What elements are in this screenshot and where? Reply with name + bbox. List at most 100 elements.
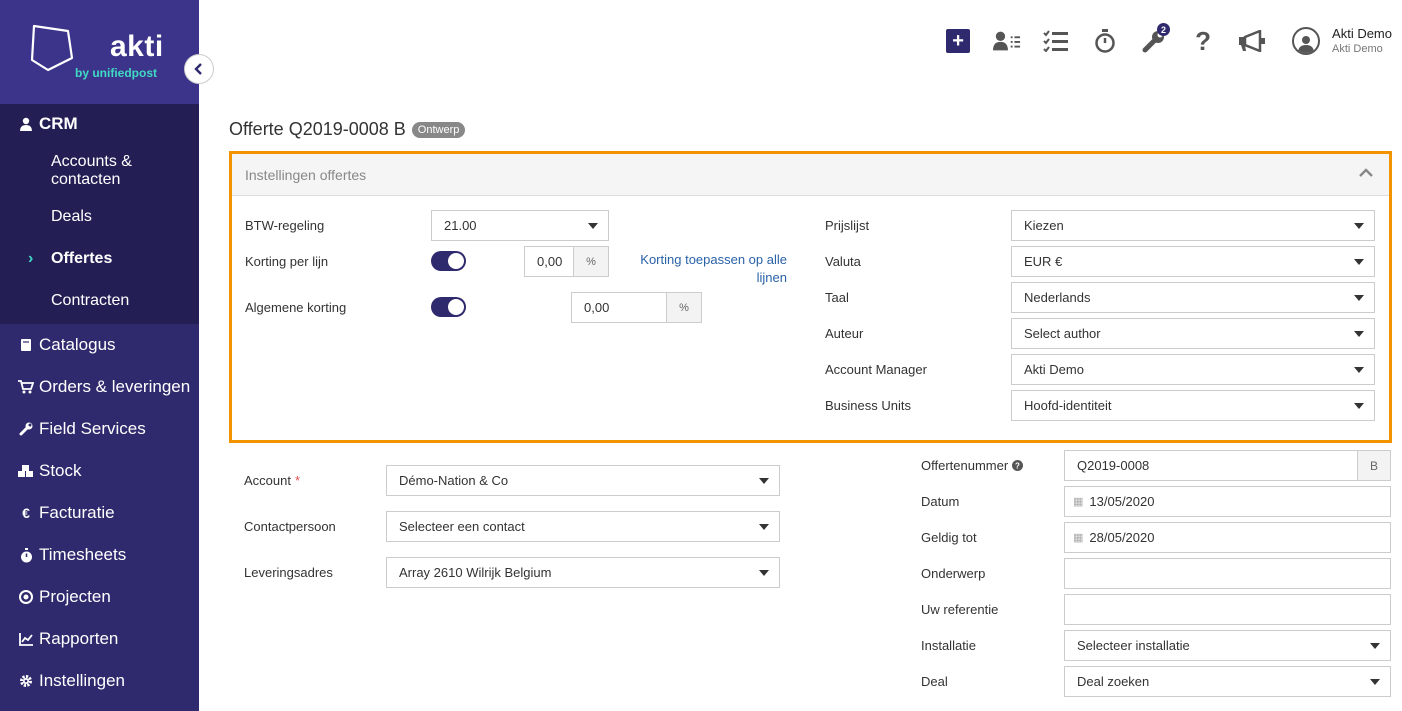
datum-input[interactable]: ▦ 13/05/2020 (1064, 486, 1391, 517)
caret-down-icon (1354, 403, 1364, 409)
sidebar-item-field-services[interactable]: Field Services (0, 408, 199, 450)
add-button[interactable]: + (944, 27, 972, 55)
chevron-left-icon (194, 63, 202, 75)
referentie-input[interactable] (1064, 594, 1391, 625)
account-value: Démo-Nation & Co (399, 473, 509, 488)
referentie-label: Uw referentie (921, 602, 999, 617)
akti-logo-icon (30, 24, 74, 72)
book-icon (18, 338, 34, 352)
cart-icon (18, 380, 34, 394)
chevron-right-icon: › (28, 250, 34, 267)
offertenummer-label-text: Offertenummer (921, 458, 1009, 473)
target-icon (18, 590, 34, 604)
contact-label: Contactpersoon (244, 519, 336, 534)
tools-button[interactable]: 2 (1140, 23, 1171, 55)
settings-panel-title: Instellingen offertes (245, 166, 367, 183)
korting-toepassen-link[interactable]: Korting toepassen op alle lijnen (626, 251, 787, 287)
installatie-select[interactable]: Selecteer installatie (1064, 630, 1391, 661)
tasks-button[interactable] (1042, 27, 1070, 55)
offertenummer-input[interactable]: Q2019-0008 (1064, 450, 1358, 481)
account-select[interactable]: Démo-Nation & Co (386, 465, 780, 496)
valuta-label: Valuta (825, 254, 861, 269)
sidebar-item-label: Rapporten (39, 629, 119, 648)
user-icon (18, 117, 34, 131)
deal-select[interactable]: Deal zoeken (1064, 666, 1391, 697)
caret-down-icon (1354, 331, 1364, 337)
geldig-input[interactable]: ▦ 28/05/2020 (1064, 522, 1391, 553)
offertenummer-value: Q2019-0008 (1077, 458, 1150, 473)
algemene-korting-input[interactable]: 0,00 (571, 292, 667, 323)
sidebar-item-catalogus[interactable]: Catalogus (0, 324, 199, 366)
sidebar-item-offertes[interactable]: › Offertes (0, 238, 199, 280)
required-mark: * (294, 473, 301, 488)
business-units-value: Hoofd-identiteit (1024, 398, 1112, 413)
sidebar-item-label: CRM (39, 114, 78, 133)
auteur-select[interactable]: Select author (1011, 318, 1375, 349)
sidebar-item-label: Catalogus (39, 335, 116, 354)
avatar (1292, 27, 1321, 55)
contact-select[interactable]: Selecteer een contact (386, 511, 780, 542)
sidebar-item-instellingen[interactable]: Instellingen (0, 660, 199, 702)
sidebar-item-contracten[interactable]: Contracten (0, 280, 199, 322)
caret-down-icon (1354, 295, 1364, 301)
levering-label: Leveringsadres (244, 565, 333, 580)
account-manager-value: Akti Demo (1024, 362, 1084, 377)
sidebar-item-deals[interactable]: Deals (0, 196, 199, 238)
caret-down-icon (759, 478, 769, 484)
caret-down-icon (1354, 223, 1364, 229)
sidebar-item-accounts[interactable]: Accounts & contacten (0, 144, 199, 196)
taal-select[interactable]: Nederlands (1011, 282, 1375, 313)
sidebar-item-facturatie[interactable]: € Facturatie (0, 492, 199, 534)
help-circle-icon[interactable]: ? (1012, 460, 1024, 471)
timer-button[interactable] (1091, 27, 1119, 55)
sidebar-item-label: Facturatie (39, 503, 115, 522)
sidebar-item-label: Timesheets (39, 545, 127, 564)
caret-down-icon (759, 524, 769, 530)
auteur-value: Select author (1024, 326, 1101, 341)
sidebar-item-timesheets[interactable]: Timesheets (0, 534, 199, 576)
account-manager-select[interactable]: Akti Demo (1011, 354, 1375, 385)
installatie-value: Selecteer installatie (1077, 638, 1190, 653)
business-units-label: Business Units (825, 398, 911, 413)
percent-addon: % (573, 246, 609, 277)
onderwerp-input[interactable] (1064, 558, 1391, 589)
svg-text:?: ? (1015, 462, 1020, 471)
sidebar-collapse-button[interactable] (184, 54, 214, 84)
onderwerp-label: Onderwerp (921, 566, 986, 581)
offertenummer-label: Offertenummer ? (921, 458, 1024, 473)
user-name: Akti Demo (1332, 25, 1392, 41)
auteur-label: Auteur (825, 326, 864, 341)
help-button[interactable]: ? (1189, 26, 1217, 56)
contacts-button[interactable] (993, 27, 1021, 55)
cubes-icon (18, 464, 34, 478)
sidebar-item-orders[interactable]: Orders & leveringen (0, 366, 199, 408)
logo-area: akti by unifiedpost (0, 0, 199, 104)
sidebar-item-label: Accounts & contacten (51, 153, 132, 188)
prijslijst-select[interactable]: Kiezen (1011, 210, 1375, 241)
page-title-text: Offerte Q2019-0008 B (229, 119, 406, 139)
user-menu[interactable]: Akti Demo Akti Demo (1292, 26, 1392, 57)
user-icon (1298, 36, 1315, 53)
sidebar-item-projecten[interactable]: Projecten (0, 576, 199, 618)
btw-label: BTW-regeling (245, 218, 325, 233)
sidebar-item-rapporten[interactable]: Rapporten (0, 618, 199, 660)
sidebar-item-stock[interactable]: Stock (0, 450, 199, 492)
status-badge: Ontwerp (411, 121, 466, 138)
announcements-button[interactable] (1238, 27, 1266, 55)
geldig-value: 28/05/2020 (1089, 530, 1155, 545)
page-title: Offerte Q2019-0008 B Ontwerp (229, 119, 466, 140)
caret-down-icon (1370, 679, 1380, 685)
valuta-select[interactable]: EUR € (1011, 246, 1375, 277)
chevron-up-icon[interactable] (1359, 168, 1373, 178)
caret-down-icon (759, 570, 769, 576)
business-units-select[interactable]: Hoofd-identiteit (1011, 390, 1375, 421)
contact-value: Selecteer een contact (399, 519, 525, 534)
korting-lijn-toggle[interactable] (431, 251, 466, 271)
korting-lijn-input[interactable]: 0,00 (524, 246, 574, 277)
settings-panel-header[interactable]: Instellingen offertes (232, 154, 1389, 196)
sidebar-item-crm[interactable]: CRM (0, 104, 199, 144)
levering-select[interactable]: Array 2610 Wilrijk Belgium (386, 557, 780, 588)
btw-select[interactable]: 21.00 (431, 210, 609, 241)
algemene-korting-value: 0,00 (584, 300, 610, 315)
algemene-korting-toggle[interactable] (431, 297, 466, 317)
